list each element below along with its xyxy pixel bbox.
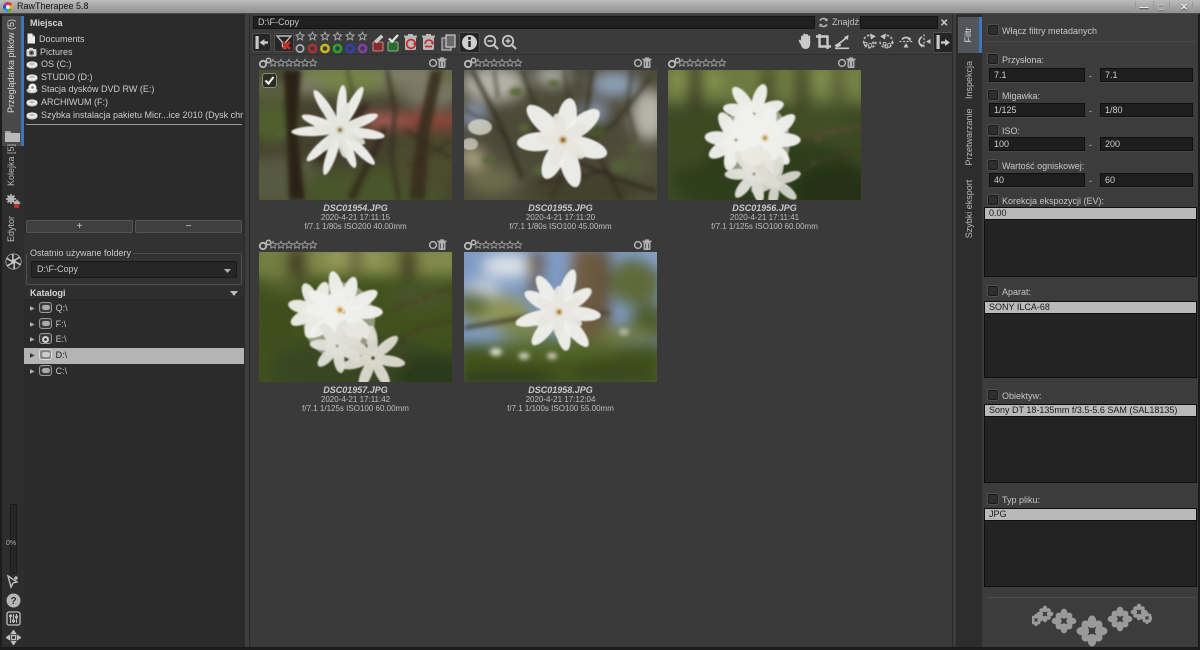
svg-text:?: ?: [10, 596, 16, 607]
